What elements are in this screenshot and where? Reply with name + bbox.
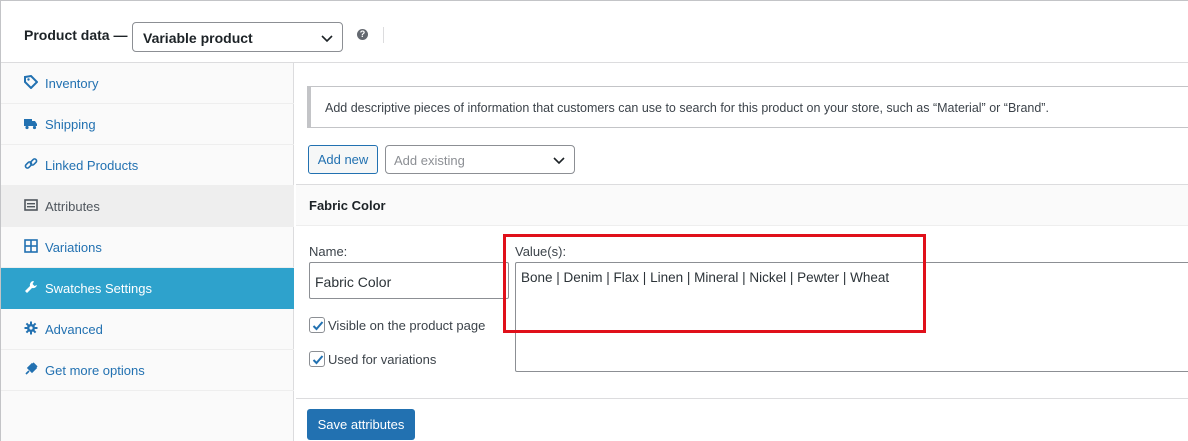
tag-icon xyxy=(24,75,38,89)
product-data-tabs: Inventory Shipping Linked Products Attri… xyxy=(1,63,294,441)
add-new-attribute-button[interactable]: Add new xyxy=(308,145,378,174)
product-data-panel: Product data — Variable product ? Invent… xyxy=(0,0,1188,441)
highlight-annotation-box xyxy=(503,234,926,333)
plugin-icon xyxy=(25,362,38,375)
tab-inventory[interactable]: Inventory xyxy=(1,63,294,104)
checkmark-icon xyxy=(312,321,324,331)
chevron-down-icon xyxy=(553,157,565,165)
variations-checkbox[interactable] xyxy=(309,351,325,367)
product-type-select[interactable]: Variable product xyxy=(132,22,343,52)
tab-label: Inventory xyxy=(45,76,99,91)
truck-icon xyxy=(24,119,37,130)
tab-shipping[interactable]: Shipping xyxy=(1,104,294,145)
list-icon xyxy=(24,199,38,211)
attribute-name-label: Name: xyxy=(309,244,348,259)
save-attributes-button[interactable]: Save attributes xyxy=(307,409,415,440)
tab-linked-products[interactable]: Linked Products xyxy=(1,145,294,186)
tab-variations[interactable]: Variations xyxy=(1,227,294,268)
tab-attributes[interactable]: Attributes xyxy=(1,186,294,227)
attribute-header[interactable]: Fabric Color xyxy=(296,185,1188,226)
attribute-name-value: Fabric Color xyxy=(315,274,392,290)
tab-advanced[interactable]: Advanced xyxy=(1,309,294,350)
gear-icon xyxy=(24,321,38,335)
visible-checkbox-label: Visible on the product page xyxy=(328,318,486,333)
link-icon xyxy=(24,158,38,169)
notice-text: Add descriptive pieces of information th… xyxy=(325,101,1049,115)
add-existing-placeholder: Add existing xyxy=(394,153,465,168)
visible-checkbox[interactable] xyxy=(309,317,325,333)
grid-icon xyxy=(24,239,38,253)
tab-label: Linked Products xyxy=(45,158,139,173)
tab-swatches-settings[interactable]: Swatches Settings xyxy=(1,268,294,309)
wrench-icon xyxy=(25,281,37,293)
chevron-down-icon xyxy=(321,35,333,43)
product-type-value: Variable product xyxy=(143,30,253,46)
attribute-name-input[interactable]: Fabric Color xyxy=(309,262,509,299)
add-existing-select[interactable]: Add existing xyxy=(385,145,575,174)
variations-checkbox-label: Used for variations xyxy=(328,352,437,367)
tab-label: Get more options xyxy=(45,363,145,378)
product-data-title: Product data — xyxy=(24,27,128,43)
tab-get-more-options[interactable]: Get more options xyxy=(1,350,294,391)
tab-label: Variations xyxy=(45,240,102,255)
tab-label: Swatches Settings xyxy=(45,281,152,296)
tab-label: Shipping xyxy=(45,117,96,132)
attribute-heading: Fabric Color xyxy=(309,198,386,213)
tab-label: Attributes xyxy=(45,199,100,214)
tab-label: Advanced xyxy=(45,322,103,337)
attributes-notice: Add descriptive pieces of information th… xyxy=(307,86,1188,128)
header-divider xyxy=(383,27,384,43)
help-icon[interactable]: ? xyxy=(357,29,368,40)
checkmark-icon xyxy=(312,355,324,365)
product-data-header: Product data — Variable product ? xyxy=(1,1,1188,63)
